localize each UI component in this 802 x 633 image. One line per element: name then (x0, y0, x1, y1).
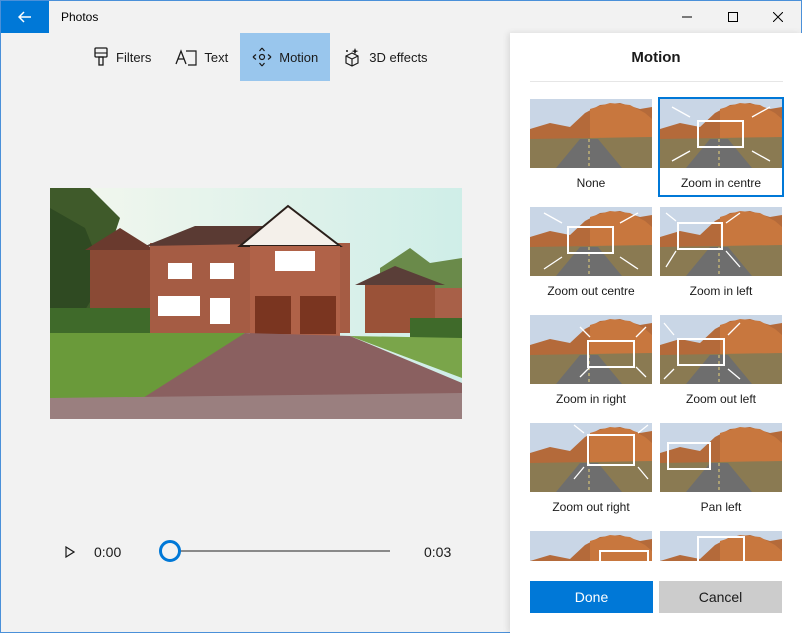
motion-options-grid: None Zoom in centre Zoom out centre Zoom… (528, 97, 784, 561)
text-label: Text (204, 49, 229, 65)
seek-track[interactable] (171, 550, 390, 552)
panel-title: Motion (631, 49, 681, 66)
maximize-icon (728, 12, 738, 22)
maximize-button[interactable] (710, 1, 756, 33)
motion-option-label: Pan left (700, 500, 742, 514)
motion-panel: Motion None Zoom in centre Zoom out cent… (510, 33, 802, 633)
motion-option-partial[interactable] (658, 529, 784, 561)
motion-option-label: Zoom in left (689, 284, 753, 298)
photos-window: Photos Filters Text Motion 3D effects 0:… (0, 0, 802, 633)
motion-thumbnail (530, 315, 652, 384)
motion-option-label: Zoom out centre (547, 284, 635, 298)
close-icon (773, 12, 783, 22)
done-button[interactable]: Done (530, 581, 653, 613)
play-icon (65, 546, 75, 558)
motion-thumbnail (660, 207, 782, 276)
back-button[interactable] (1, 1, 49, 33)
motion-option-label: None (576, 176, 606, 190)
minimize-button[interactable] (664, 1, 710, 33)
minimize-icon (682, 16, 692, 18)
video-preview[interactable] (50, 188, 462, 419)
motion-option-partial[interactable] (528, 529, 654, 561)
filters-label: Filters (116, 49, 152, 65)
current-time: 0:00 (94, 544, 122, 560)
motion-thumbnail (660, 315, 782, 384)
end-time: 0:03 (424, 544, 452, 560)
panel-divider (530, 81, 783, 82)
motion-option-zoom-out-centre[interactable]: Zoom out centre (528, 205, 654, 305)
back-arrow-icon (18, 11, 31, 23)
motion-thumbnail (530, 423, 652, 492)
motion-thumbnail (530, 207, 652, 276)
filters-tab[interactable]: Filters (81, 33, 163, 81)
motion-icon (252, 47, 272, 67)
motion-thumbnail (530, 531, 652, 561)
edit-toolbar: Filters Text Motion 3D effects (81, 33, 440, 81)
close-button[interactable] (755, 1, 801, 33)
motion-option-label: Zoom in right (555, 392, 627, 406)
motion-option-zoom-out-left[interactable]: Zoom out left (658, 313, 784, 413)
motion-option-label: Zoom out right (552, 500, 630, 514)
cancel-button[interactable]: Cancel (659, 581, 782, 613)
house-photo (50, 188, 462, 419)
motion-option-zoom-in-centre[interactable]: Zoom in centre (658, 97, 784, 197)
motion-thumbnail (660, 423, 782, 492)
3d-effects-icon (345, 48, 359, 67)
paintbrush-icon (94, 47, 108, 66)
motion-option-zoom-in-left[interactable]: Zoom in left (658, 205, 784, 305)
seek-thumb[interactable] (159, 540, 181, 562)
motion-option-zoom-out-right[interactable]: Zoom out right (528, 421, 654, 521)
motion-option-none[interactable]: None (528, 97, 654, 197)
3d-effects-label: 3D effects (369, 49, 428, 65)
title-bar: Photos (1, 1, 801, 33)
text-icon (175, 49, 197, 66)
motion-option-label: Zoom in centre (680, 176, 762, 190)
motion-option-label: Zoom out left (685, 392, 757, 406)
motion-option-pan-left[interactable]: Pan left (658, 421, 784, 521)
motion-thumbnail (660, 531, 782, 561)
play-button[interactable] (61, 542, 79, 562)
motion-option-zoom-in-right[interactable]: Zoom in right (528, 313, 654, 413)
motion-tab[interactable]: Motion (240, 33, 331, 81)
motion-thumbnail (530, 99, 652, 168)
app-title: Photos (61, 10, 99, 24)
motion-thumbnail (660, 99, 782, 168)
motion-label: Motion (279, 49, 319, 65)
3d-effects-tab[interactable]: 3D effects (330, 33, 439, 81)
text-tab[interactable]: Text (163, 33, 240, 81)
